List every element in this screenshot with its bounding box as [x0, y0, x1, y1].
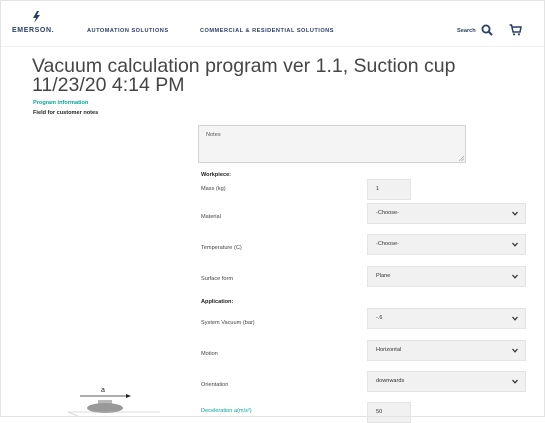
- material-label: Material: [201, 214, 221, 220]
- nav-automation-solutions[interactable]: AUTOMATION SOLUTIONS: [87, 28, 169, 34]
- deceleration-input[interactable]: 50: [367, 402, 411, 423]
- application-heading: Application:: [201, 299, 234, 305]
- material-value: -Choose-: [376, 210, 400, 216]
- chevron-down-icon: [512, 242, 518, 247]
- orientation-value: downwards: [376, 378, 405, 384]
- orientation-label: Orientation: [201, 382, 229, 388]
- mass-input[interactable]: 1: [367, 179, 411, 200]
- material-select[interactable]: -Choose-: [367, 203, 526, 224]
- chevron-down-icon: [512, 379, 518, 384]
- motion-select[interactable]: Horizontal: [367, 340, 526, 361]
- motion-value: Horizontal: [376, 347, 402, 353]
- notes-placeholder: Notes: [206, 132, 221, 138]
- search-icon[interactable]: [481, 24, 493, 36]
- site-header: EMERSON. AUTOMATION SOLUTIONS COMMERCIAL…: [0, 0, 545, 47]
- chevron-down-icon: [512, 211, 518, 216]
- chevron-down-icon: [512, 348, 518, 353]
- nav-commercial-residential-solutions[interactable]: COMMERCIAL & RESIDENTIAL SOLUTIONS: [200, 28, 334, 34]
- system-vacuum-label: System Vacuum (bar): [201, 320, 255, 326]
- orientation-select[interactable]: downwards: [367, 371, 526, 392]
- temperature-select[interactable]: -Choose-: [367, 234, 526, 255]
- deceleration-label: Deceleration a(m/s²): [201, 408, 252, 414]
- logo-text: EMERSON.: [12, 27, 55, 34]
- suction-cup-diagram: a: [67, 387, 160, 417]
- page-title: Vacuum calculation program ver 1.1, Suct…: [32, 55, 456, 96]
- customer-notes-label: Field for customer notes: [33, 110, 99, 116]
- cart-icon[interactable]: [509, 24, 522, 36]
- temperature-label: Temperature (C): [201, 245, 242, 251]
- mass-value: 1: [376, 186, 380, 192]
- workpiece-edge: [67, 411, 81, 417]
- system-vacuum-select[interactable]: -.6: [367, 308, 526, 329]
- suction-cup: [87, 403, 123, 413]
- notes-textarea[interactable]: Notes: [198, 125, 466, 163]
- surface-form-value: Plane: [376, 273, 391, 279]
- program-information-link[interactable]: Program information: [33, 100, 88, 106]
- emerson-logo-icon: [33, 11, 40, 23]
- search-link[interactable]: Search: [457, 28, 476, 34]
- mass-label: Mass (kg): [201, 186, 226, 192]
- acceleration-symbol: a: [101, 387, 105, 394]
- arrow-icon: [80, 394, 131, 398]
- workpiece-heading: Workpiece:: [201, 172, 232, 178]
- deceleration-value: 50: [376, 409, 383, 415]
- system-vacuum-value: -.6: [376, 315, 383, 321]
- surface-form-label: Surface form: [201, 276, 234, 282]
- chevron-down-icon: [512, 316, 518, 321]
- temperature-value: -Choose-: [376, 241, 400, 247]
- resize-handle-icon[interactable]: [459, 156, 464, 161]
- chevron-down-icon: [512, 274, 518, 279]
- motion-label: Motion: [201, 351, 218, 357]
- emerson-logo[interactable]: EMERSON.: [12, 9, 72, 41]
- surface-form-select[interactable]: Plane: [367, 266, 526, 287]
